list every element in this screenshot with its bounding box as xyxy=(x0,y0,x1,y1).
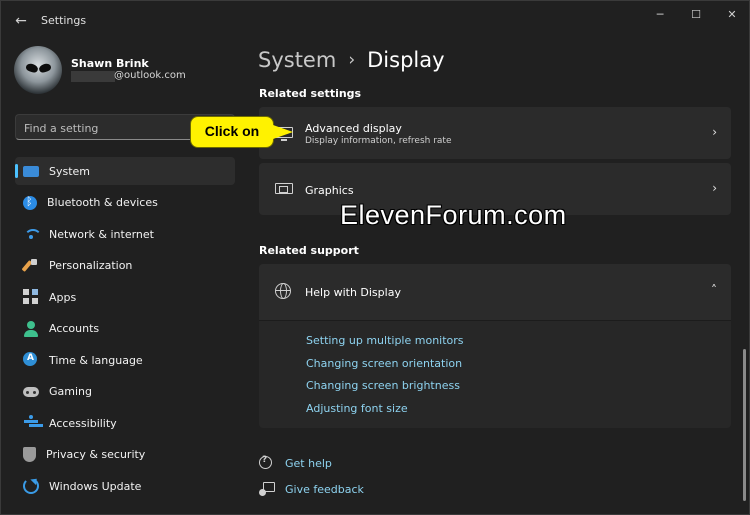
maximize-button[interactable]: ☐ xyxy=(681,6,711,24)
sidebar-item-network[interactable]: Network & internet xyxy=(15,220,235,248)
help-link[interactable]: Changing screen orientation xyxy=(306,357,462,370)
sidebar-item-label: Personalization xyxy=(49,259,133,272)
graphics-card-icon xyxy=(275,183,293,194)
sidebar-item-label: Network & internet xyxy=(49,227,154,241)
chevron-right-icon: › xyxy=(712,125,717,139)
callout-pointer xyxy=(273,125,293,139)
sidebar-item-label: Windows Update xyxy=(49,479,142,493)
give-feedback-link[interactable]: Give feedback xyxy=(285,483,364,496)
user-name: Shawn Brink xyxy=(71,57,149,70)
help-with-display-header[interactable]: Help with Display ˄ xyxy=(259,264,731,320)
card-title: Help with Display xyxy=(305,286,401,299)
wifi-icon xyxy=(23,226,42,242)
close-button[interactable]: ✕ xyxy=(717,6,747,24)
update-icon xyxy=(23,478,39,494)
sidebar-item-privacy[interactable]: Privacy & security xyxy=(15,441,235,469)
help-link[interactable]: Changing screen brightness xyxy=(306,379,460,392)
system-icon xyxy=(23,165,39,177)
breadcrumb-separator: › xyxy=(348,50,356,70)
card-title: Advanced display xyxy=(305,122,402,135)
minimize-button[interactable]: ─ xyxy=(645,6,675,24)
sidebar-item-bluetooth[interactable]: Bluetooth & devices xyxy=(15,189,235,217)
settings-window: ← Settings ─ ☐ ✕ Shawn Brink @outlook.co… xyxy=(0,0,750,515)
sidebar-item-time-language[interactable]: Time & language xyxy=(15,346,235,374)
watermark: ElevenForum.com xyxy=(340,200,567,230)
bluetooth-icon xyxy=(23,195,37,210)
title-bar: ← Settings ─ ☐ ✕ xyxy=(1,1,749,41)
sidebar-item-apps[interactable]: Apps xyxy=(15,283,235,311)
sidebar-item-label: Gaming xyxy=(49,385,92,398)
accessibility-icon xyxy=(23,415,39,431)
advanced-display-card[interactable]: Advanced display Display information, re… xyxy=(259,107,731,159)
sidebar-item-label: Apps xyxy=(49,290,77,304)
sidebar-item-accounts[interactable]: Accounts xyxy=(15,315,235,343)
sidebar-nav: System Bluetooth & devices Network & int… xyxy=(15,157,235,504)
chevron-up-icon: ˄ xyxy=(711,283,717,297)
sidebar-item-personalization[interactable]: Personalization xyxy=(15,252,235,280)
app-title: Settings xyxy=(41,14,87,27)
sidebar-item-label: Time & language xyxy=(49,353,143,367)
breadcrumb: System › Display xyxy=(258,48,445,72)
help-links-panel: Setting up multiple monitors Changing sc… xyxy=(259,320,731,428)
get-help-link[interactable]: Get help xyxy=(285,457,332,470)
sidebar-item-system[interactable]: System xyxy=(15,157,235,185)
help-link[interactable]: Adjusting font size xyxy=(306,402,408,415)
email-redaction xyxy=(71,71,115,82)
sidebar-item-label: Bluetooth & devices xyxy=(47,196,158,209)
scrollbar[interactable] xyxy=(743,349,746,501)
feedback-icon xyxy=(259,482,275,496)
chevron-right-icon: › xyxy=(712,181,717,195)
related-support-title: Related support xyxy=(259,244,359,257)
related-settings-title: Related settings xyxy=(259,87,362,100)
card-title: Graphics xyxy=(305,184,354,197)
apps-icon xyxy=(23,289,39,305)
help-link[interactable]: Setting up multiple monitors xyxy=(306,334,464,347)
breadcrumb-parent[interactable]: System xyxy=(258,48,336,72)
sidebar-item-accessibility[interactable]: Accessibility xyxy=(15,409,235,437)
search-input[interactable] xyxy=(24,120,194,136)
get-help-icon xyxy=(259,455,273,470)
globe-icon xyxy=(275,283,291,299)
user-email: @outlook.com xyxy=(114,70,186,81)
sidebar-item-windows-update[interactable]: Windows Update xyxy=(15,472,235,500)
click-on-callout: Click on xyxy=(190,116,274,148)
avatar[interactable] xyxy=(14,46,62,94)
page-title: Display xyxy=(367,48,445,72)
time-language-icon xyxy=(23,352,39,368)
arrow-left-icon: ← xyxy=(15,13,27,29)
shield-icon xyxy=(23,447,36,462)
sidebar-item-label: Accessibility xyxy=(49,416,117,430)
sidebar-item-gaming[interactable]: Gaming xyxy=(15,378,235,406)
account-icon xyxy=(23,320,39,337)
card-subtitle: Display information, refresh rate xyxy=(305,136,452,146)
back-button[interactable]: ← xyxy=(11,11,31,31)
brush-icon xyxy=(23,258,39,274)
sidebar-item-label: Accounts xyxy=(49,322,100,335)
controller-icon xyxy=(23,384,39,400)
sidebar-item-label: System xyxy=(49,164,91,178)
sidebar-item-label: Privacy & security xyxy=(46,448,146,461)
